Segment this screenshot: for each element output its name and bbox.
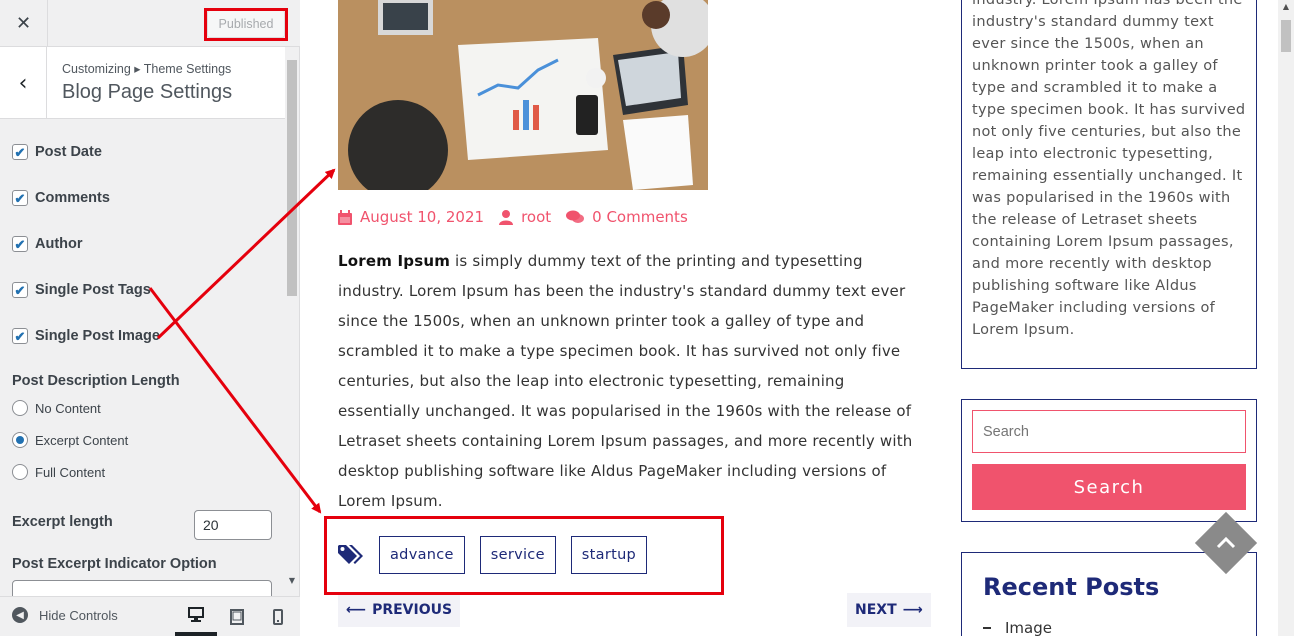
back-button[interactable]: ‹	[0, 47, 47, 119]
arrow-left-icon: ⟵	[346, 602, 367, 618]
hide-controls-button[interactable]: ◀ Hide Controls	[12, 607, 118, 623]
recent-post-label: Image	[1005, 619, 1052, 636]
author-checkbox[interactable]: ✔ Author	[12, 236, 83, 252]
post-content: Lorem Ipsum is simply dummy text of the …	[338, 246, 918, 516]
mobile-icon	[273, 608, 283, 625]
checkmark-icon: ✔	[12, 190, 28, 206]
checkbox-label: Single Post Image	[35, 328, 160, 344]
scroll-down-arrow-icon[interactable]: ▼	[287, 576, 297, 585]
chevron-up-icon[interactable]	[1211, 528, 1241, 558]
scroll-up-arrow-icon[interactable]: ▲	[1281, 2, 1291, 11]
next-label: NEXT	[855, 602, 897, 618]
panel-scrollbar-thumb[interactable]	[287, 60, 297, 296]
post-tags: advance service startup	[338, 536, 648, 574]
post-meta: August 10, 2021 root 0 Comments	[338, 208, 703, 226]
site-preview: August 10, 2021 root 0 Comments Lorem Ip…	[300, 0, 1294, 636]
post-author[interactable]: root	[499, 208, 551, 226]
radio-label: Full Content	[35, 464, 106, 480]
section-header: ‹ Customizing ▸ Theme Settings Blog Page…	[0, 47, 285, 119]
controls-list: ✔ Post Date ✔ Comments ✔ Author ✔ Single…	[0, 120, 285, 596]
previous-label: PREVIOUS	[372, 602, 453, 618]
post-lead: Lorem Ipsum	[338, 252, 451, 270]
post-text: is simply dummy text of the printing and…	[338, 252, 913, 510]
post-comments-text: 0 Comments	[592, 208, 688, 226]
hide-controls-label: Hide Controls	[39, 607, 118, 623]
checkbox-label: Post Date	[35, 144, 102, 160]
desktop-icon	[188, 607, 204, 622]
recent-posts-title: Recent Posts	[983, 573, 1160, 601]
customizer-screen: ✕ Published ‹ Customizing ▸ Theme Settin…	[0, 0, 1294, 636]
post-date-text: August 10, 2021	[360, 208, 485, 226]
user-icon	[499, 209, 514, 225]
radio-circle	[12, 400, 28, 416]
post-date-checkbox[interactable]: ✔ Post Date	[12, 144, 102, 160]
post-author-text: root	[521, 208, 552, 226]
post-date[interactable]: August 10, 2021	[338, 208, 484, 226]
single-post-image-checkbox[interactable]: ✔ Single Post Image	[12, 328, 160, 344]
close-icon: ✕	[15, 13, 32, 34]
single-post-tags-checkbox[interactable]: ✔ Single Post Tags	[12, 282, 151, 298]
preview-scrollbar-thumb[interactable]	[1281, 20, 1291, 52]
next-post-button[interactable]: NEXT ⟶	[847, 593, 931, 627]
radio-label: Excerpt Content	[35, 432, 129, 448]
radio-circle	[12, 464, 28, 480]
about-text: industry. Lorem Ipsum has been the indus…	[972, 0, 1246, 338]
radio-label: No Content	[35, 400, 101, 416]
radio-excerpt-content[interactable]: Excerpt Content	[12, 432, 128, 448]
arrow-right-icon: ⟶	[902, 602, 923, 618]
publish-button[interactable]: Published	[207, 10, 285, 38]
checkmark-icon: ✔	[12, 328, 28, 344]
search-input[interactable]	[972, 410, 1246, 453]
recent-posts-widget: Recent Posts Image	[961, 552, 1257, 636]
excerpt-length-input[interactable]	[194, 510, 272, 540]
excerpt-indicator-select[interactable]	[12, 580, 272, 596]
search-widget: Search	[961, 399, 1257, 522]
customizer-panel: ✕ Published ‹ Customizing ▸ Theme Settin…	[0, 0, 300, 636]
post-comments[interactable]: 0 Comments	[566, 208, 688, 226]
checkbox-label: Single Post Tags	[35, 282, 151, 298]
checkbox-label: Comments	[35, 190, 110, 206]
checkmark-icon: ✔	[12, 282, 28, 298]
calendar-icon	[338, 209, 352, 225]
mobile-preview-button[interactable]	[257, 597, 299, 636]
comments-icon	[566, 210, 585, 223]
excerpt-indicator-label: Post Excerpt Indicator Option	[12, 556, 217, 572]
collapse-icon: ◀	[12, 607, 28, 623]
dash-icon	[983, 627, 991, 629]
breadcrumb: Customizing ▸ Theme Settings	[62, 62, 232, 76]
checkmark-icon: ✔	[12, 236, 28, 252]
post-featured-image	[338, 0, 708, 190]
desktop-preview-button[interactable]	[175, 597, 217, 636]
checkbox-label: Author	[35, 236, 83, 252]
tag-startup[interactable]: startup	[570, 536, 648, 574]
tablet-icon	[230, 608, 244, 625]
preview-scrollbar[interactable]	[1278, 0, 1294, 636]
tag-advance[interactable]: advance	[379, 536, 465, 574]
excerpt-length-label: Excerpt length	[12, 514, 113, 530]
recent-post-item[interactable]: Image	[983, 619, 1052, 636]
section-title: Blog Page Settings	[62, 81, 233, 103]
tag-service[interactable]: service	[479, 536, 556, 574]
tablet-preview-button[interactable]	[216, 597, 258, 636]
previous-post-button[interactable]: ⟵ PREVIOUS	[338, 593, 461, 627]
radio-no-content[interactable]: No Content	[12, 400, 101, 416]
radio-circle-selected	[12, 432, 28, 448]
search-button[interactable]: Search	[972, 464, 1246, 510]
customizer-footer: ◀ Hide Controls	[0, 596, 300, 636]
description-length-label: Post Description Length	[12, 373, 180, 389]
checkmark-icon: ✔	[12, 144, 28, 160]
tags-icon	[338, 545, 363, 564]
chevron-left-icon: ‹	[18, 70, 28, 96]
radio-full-content[interactable]: Full Content	[12, 464, 105, 480]
customizer-topbar: ✕ Published	[0, 0, 300, 47]
close-customizer-button[interactable]: ✕	[0, 0, 48, 47]
comments-checkbox[interactable]: ✔ Comments	[12, 190, 110, 206]
about-widget: industry. Lorem Ipsum has been the indus…	[961, 0, 1257, 369]
